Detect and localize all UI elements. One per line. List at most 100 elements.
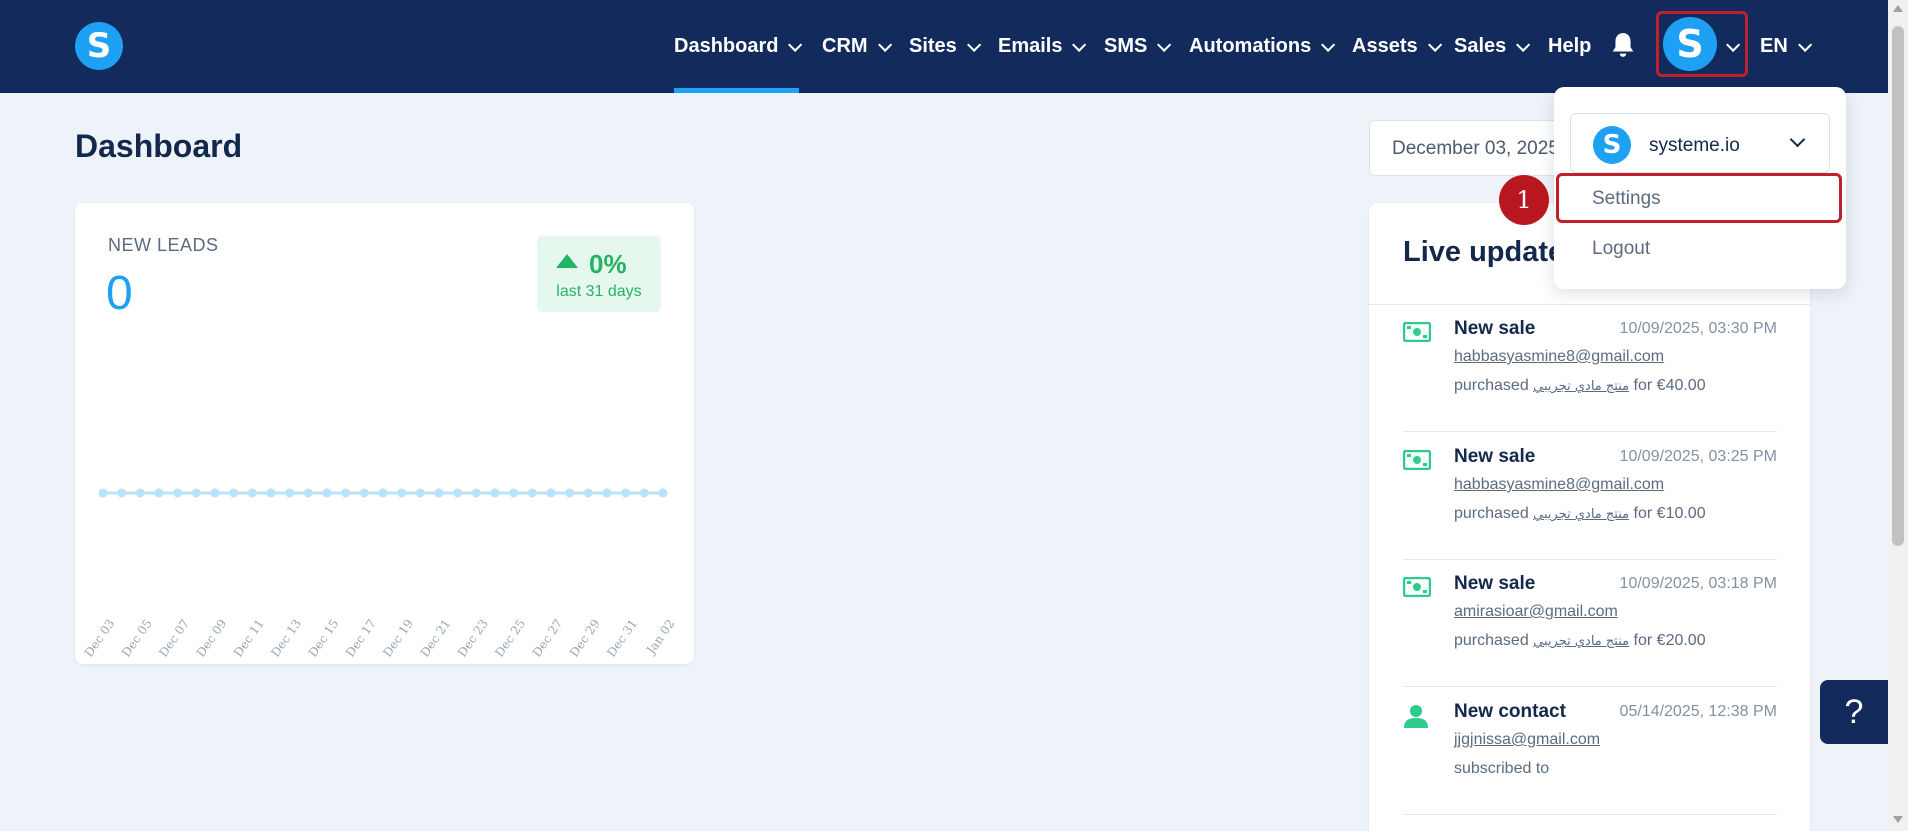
nav-item-automations[interactable]: Automations <box>1189 0 1336 93</box>
scroll-up-arrow-icon[interactable] <box>1893 5 1903 12</box>
nav-item-dashboard[interactable]: Dashboard <box>674 0 803 93</box>
chevron-down-icon <box>1427 37 1442 52</box>
data-point[interactable] <box>621 488 631 498</box>
help-button[interactable]: ? <box>1820 680 1888 744</box>
menu-item-logout[interactable]: Logout <box>1592 238 1650 260</box>
live-entry: New sale 10/09/2025, 03:25 PM habbasyasm… <box>1403 432 1777 560</box>
data-point[interactable] <box>285 488 295 498</box>
nav-item-label: SMS <box>1104 35 1148 57</box>
entry-product-link[interactable]: منتج مادي تجريبي <box>1533 634 1629 649</box>
entry-email-link[interactable]: jjgjnissa@gmail.com <box>1454 731 1600 749</box>
entry-email-link[interactable]: habbasyasmine8@gmail.com <box>1454 348 1664 366</box>
data-point[interactable] <box>565 488 575 498</box>
nav-item-label: CRM <box>822 35 868 57</box>
live-entry: New sale 10/09/2025, 03:30 PM habbasyasm… <box>1403 304 1777 432</box>
scrollbar[interactable] <box>1888 0 1908 831</box>
data-point[interactable] <box>415 488 425 498</box>
data-point[interactable] <box>397 488 407 498</box>
x-tick-label: Dec 11 <box>231 617 267 660</box>
entry-product-link[interactable]: منتج مادي تجريبي <box>1533 507 1629 522</box>
entry-type: New sale <box>1454 573 1536 594</box>
nav-item-label: Help <box>1548 35 1592 57</box>
entry-detail: subscribed to <box>1454 760 1549 778</box>
x-tick-label: Dec 21 <box>418 617 454 660</box>
data-point[interactable] <box>98 488 108 498</box>
x-tick-label: Dec 05 <box>119 617 155 660</box>
account-switcher[interactable]: S systeme.io <box>1570 113 1830 173</box>
nav-item-emails[interactable]: Emails <box>998 0 1087 93</box>
data-point[interactable] <box>266 488 276 498</box>
scrollbar-thumb[interactable] <box>1892 26 1904 546</box>
x-tick-label: Dec 03 <box>82 617 118 660</box>
x-tick-label: Dec 25 <box>492 617 528 660</box>
entry-time: 10/09/2025, 03:30 PM <box>1619 320 1777 337</box>
x-tick-label: Dec 13 <box>268 617 304 660</box>
data-point[interactable] <box>658 488 668 498</box>
data-point[interactable] <box>135 488 145 498</box>
data-point[interactable] <box>490 488 500 498</box>
nav-item-help[interactable]: Help <box>1548 0 1591 93</box>
page-title: Dashboard <box>75 128 243 164</box>
nav-item-sales[interactable]: Sales <box>1454 0 1531 93</box>
x-tick-label: Dec 19 <box>380 617 416 660</box>
data-point[interactable] <box>322 488 332 498</box>
live-entry: New contact 05/14/2025, 12:38 PM jjgjnis… <box>1403 687 1777 815</box>
nav-item-sites[interactable]: Sites <box>909 0 982 93</box>
data-point[interactable] <box>229 488 239 498</box>
chevron-down-icon <box>877 37 892 52</box>
date-range-picker[interactable]: December 03, 2025 <box>1369 120 1569 176</box>
x-tick-label: Dec 17 <box>343 617 379 660</box>
data-point[interactable] <box>583 488 593 498</box>
data-point[interactable] <box>191 488 201 498</box>
data-point[interactable] <box>527 488 537 498</box>
entry-amount: for €20.00 <box>1633 632 1706 649</box>
entry-amount: for €10.00 <box>1633 505 1706 522</box>
logo-icon[interactable]: S <box>75 22 123 70</box>
data-point[interactable] <box>453 488 463 498</box>
nav-item-assets[interactable]: Assets <box>1352 0 1442 93</box>
avatar-menu-chevron[interactable] <box>1726 0 1741 93</box>
step-number-badge: 1 <box>1499 175 1549 225</box>
entry-email-link[interactable]: habbasyasmine8@gmail.com <box>1454 476 1664 494</box>
data-point[interactable] <box>303 488 313 498</box>
chevron-down-icon <box>1516 37 1531 52</box>
date-range-value: December 03, 2025 <box>1392 138 1559 159</box>
entry-type: New sale <box>1454 318 1536 339</box>
data-point[interactable] <box>546 488 556 498</box>
chevron-down-icon <box>788 37 803 52</box>
avatar[interactable]: S <box>1663 17 1717 71</box>
data-point[interactable] <box>359 488 369 498</box>
new-leads-chart: Dec 03 Dec 05 Dec 07 Dec 09 Dec 11 Dec 13 Dec … <box>82 488 677 660</box>
data-point[interactable] <box>210 488 220 498</box>
data-point[interactable] <box>341 488 351 498</box>
data-point[interactable] <box>509 488 519 498</box>
entry-verb: purchased <box>1454 505 1529 522</box>
entry-verb: subscribed to <box>1454 760 1550 777</box>
language-label: EN <box>1760 35 1788 57</box>
data-point[interactable] <box>154 488 164 498</box>
new-leads-card: NEW LEADS 0 0% last 31 days Dec 03 Dec 05… <box>75 203 694 664</box>
entry-email-link[interactable]: amirasioar@gmail.com <box>1454 603 1618 621</box>
nav-item-crm[interactable]: CRM <box>822 0 892 93</box>
x-tick-label: Dec 31 <box>604 617 640 660</box>
data-point[interactable] <box>471 488 481 498</box>
money-icon <box>1403 577 1431 597</box>
entry-product-link[interactable]: منتج مادي تجريبي <box>1533 379 1629 394</box>
account-logo-icon: S <box>1593 126 1631 164</box>
scroll-down-arrow-icon[interactable] <box>1893 816 1903 823</box>
data-point[interactable] <box>602 488 612 498</box>
data-point[interactable] <box>639 488 649 498</box>
bell-icon[interactable] <box>1610 31 1636 59</box>
data-point[interactable] <box>117 488 127 498</box>
data-point[interactable] <box>378 488 388 498</box>
nav-item-sms[interactable]: SMS <box>1104 0 1172 93</box>
live-updates-title: Live update <box>1403 236 1565 268</box>
data-point[interactable] <box>173 488 183 498</box>
entry-detail: purchased منتج مادي تجريبي for €10.00 <box>1454 505 1706 523</box>
user-icon <box>1404 705 1428 728</box>
chevron-down-icon <box>966 37 982 52</box>
data-point[interactable] <box>434 488 444 498</box>
nav-item-label: Sales <box>1454 35 1507 57</box>
language-selector[interactable]: EN <box>1760 0 1812 93</box>
data-point[interactable] <box>247 488 257 498</box>
